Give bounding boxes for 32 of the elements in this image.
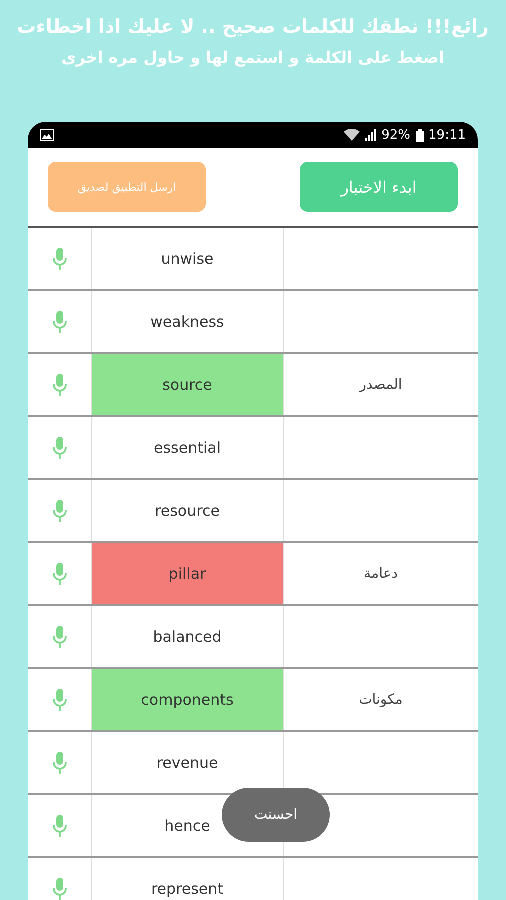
microphone-icon[interactable] xyxy=(52,878,66,900)
word-cell[interactable]: balanced xyxy=(92,606,284,667)
microphone-icon[interactable] xyxy=(52,436,66,458)
translation-text: المصدر xyxy=(360,376,402,392)
microphone-icon[interactable] xyxy=(52,562,66,584)
wifi-icon xyxy=(344,129,360,141)
battery-icon xyxy=(416,128,424,142)
word-cell[interactable]: pillar xyxy=(92,543,284,604)
microphone-icon[interactable] xyxy=(52,626,66,648)
microphone-icon[interactable] xyxy=(52,248,66,270)
headline: رائع!!! نطقك للكلمات صحيح .. لا عليك اذا اخطاءت xyxy=(17,16,489,38)
image-icon xyxy=(40,129,54,141)
microphone-icon[interactable] xyxy=(52,500,66,522)
word-cell[interactable]: components xyxy=(92,669,284,730)
success-toast: احسنت xyxy=(222,788,330,842)
microphone-icon[interactable] xyxy=(52,814,66,836)
word-cell[interactable]: represent xyxy=(92,858,284,900)
microphone-icon[interactable] xyxy=(52,688,66,710)
word-cell[interactable]: weakness xyxy=(92,291,284,352)
word-cell[interactable]: resource xyxy=(92,480,284,541)
clock: 19:11 xyxy=(428,128,466,142)
translation-text: مكونات xyxy=(359,692,403,708)
battery-percent: 92% xyxy=(382,128,411,142)
microphone-icon[interactable] xyxy=(52,752,66,774)
subheadline: اضغط على الكلمة و استمع لها و حاول مره اخرى xyxy=(62,48,444,67)
microphone-icon[interactable] xyxy=(52,310,66,332)
microphone-icon[interactable] xyxy=(52,374,66,396)
word-cell[interactable]: source xyxy=(92,354,284,415)
word-cell[interactable]: unwise xyxy=(92,228,284,289)
translation-text: دعامة xyxy=(364,566,398,582)
word-cell[interactable]: essential xyxy=(92,417,284,478)
signal-icon xyxy=(364,129,377,141)
